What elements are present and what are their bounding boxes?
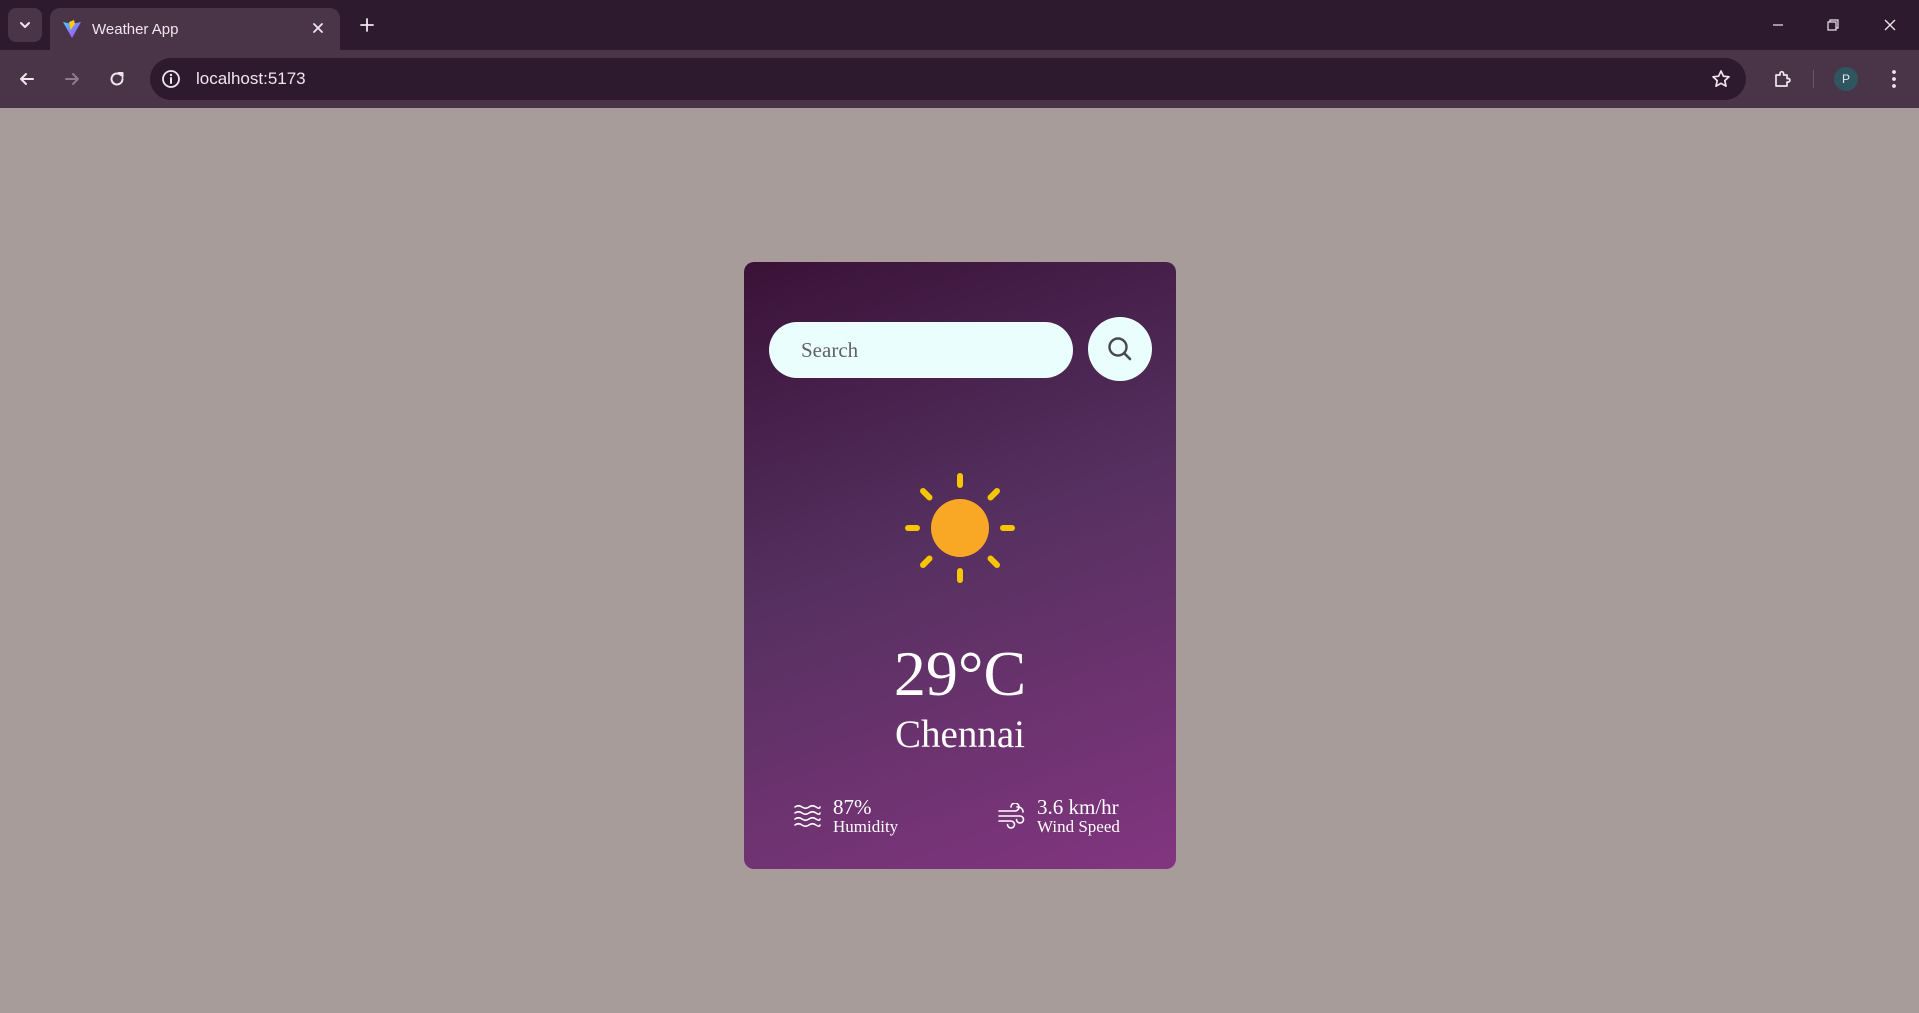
browser-menu-button[interactable]: [1879, 64, 1909, 94]
url-text[interactable]: localhost:5173: [196, 69, 306, 89]
search-icon: [1108, 337, 1132, 361]
chevron-down-icon: [20, 22, 30, 28]
city-name: Chennai: [895, 713, 1025, 756]
plus-icon: [360, 18, 374, 32]
address-bar[interactable]: localhost:5173: [150, 58, 1746, 100]
close-tab-icon[interactable]: [308, 18, 328, 38]
tab-title: Weather App: [92, 20, 179, 38]
new-tab-button[interactable]: [354, 12, 380, 38]
toolbar-divider: [1813, 70, 1814, 88]
sun-icon: [905, 473, 1015, 583]
wind-text: 3.6 km/hr Wind Speed: [1037, 796, 1120, 837]
search-button[interactable]: [1088, 317, 1152, 381]
reload-button[interactable]: [102, 64, 132, 94]
humidity-waves-icon: [792, 801, 822, 831]
minimize-button[interactable]: [1758, 10, 1798, 40]
profile-avatar[interactable]: P: [1834, 67, 1858, 91]
temperature-value: 29°C: [893, 638, 1027, 709]
site-info-icon[interactable]: [160, 68, 182, 90]
browser-tabstrip: Weather App: [0, 0, 1919, 50]
minimize-icon: [1773, 24, 1783, 26]
humidity-value: 87%: [833, 795, 872, 819]
search-input[interactable]: [769, 322, 1073, 378]
humidity-stat: 87% Humidity: [792, 796, 898, 837]
wind-stat: 3.6 km/hr Wind Speed: [996, 796, 1120, 837]
close-window-button[interactable]: [1870, 10, 1910, 40]
arrow-left-icon: [20, 73, 34, 85]
close-icon: [1884, 19, 1896, 31]
humidity-text: 87% Humidity: [833, 796, 898, 837]
humidity-label: Humidity: [833, 817, 899, 837]
extensions-button[interactable]: [1768, 64, 1798, 94]
wind-value: 3.6 km/hr: [1037, 795, 1119, 819]
wind-icon: [996, 801, 1026, 831]
back-button[interactable]: [12, 64, 42, 94]
reload-icon: [110, 72, 124, 86]
kebab-menu-icon: [1892, 70, 1896, 88]
vite-logo-icon: [62, 19, 82, 39]
weather-card: 29°C Chennai 87% Humidity: [744, 262, 1176, 869]
tab-search-button[interactable]: [8, 8, 42, 42]
wind-label: Wind Speed: [1037, 817, 1120, 837]
forward-button[interactable]: [57, 64, 87, 94]
browser-toolbar: localhost:5173 P: [0, 50, 1919, 108]
tab-weather-app[interactable]: Weather App: [50, 8, 340, 50]
restore-button[interactable]: [1813, 10, 1853, 40]
arrow-right-icon: [65, 73, 79, 85]
restore-icon: [1827, 19, 1839, 31]
puzzle-piece-icon: [1775, 70, 1791, 87]
bookmark-star-icon[interactable]: [1710, 68, 1732, 90]
